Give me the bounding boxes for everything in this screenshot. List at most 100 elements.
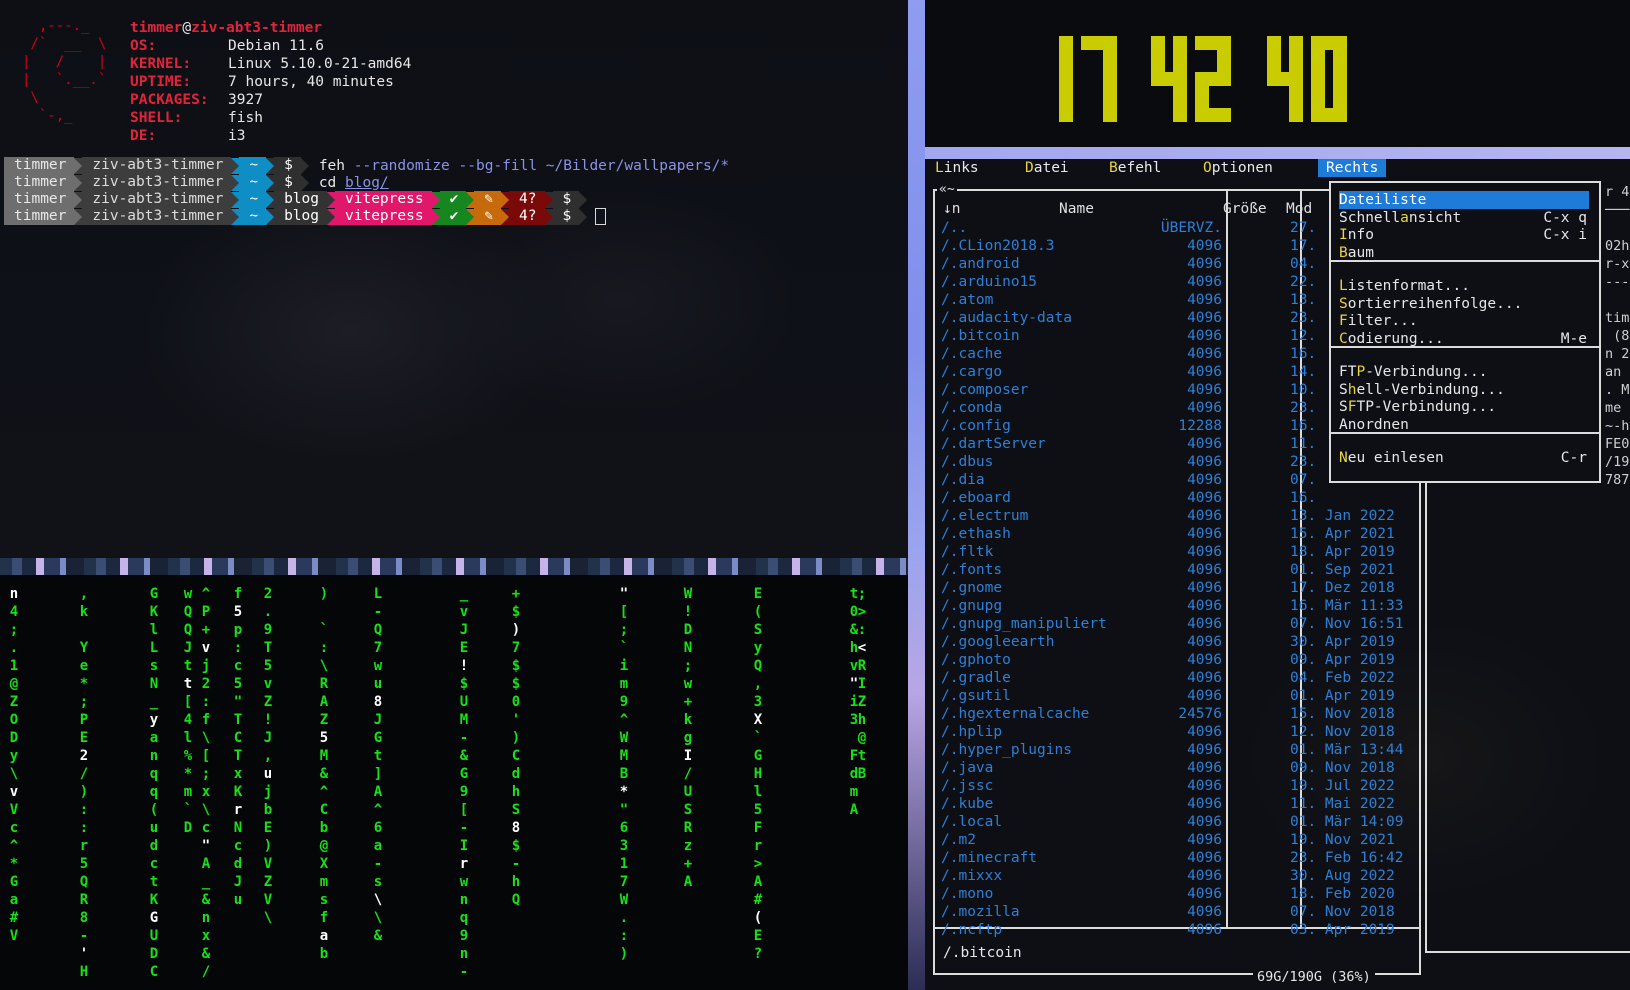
file-date: 27. xyxy=(1290,220,1317,236)
file-row[interactable]: /.jssc 4096 19. Jul 2022 xyxy=(935,777,1415,795)
file-row[interactable]: /.ncftp 4096 03. Apr 2019 xyxy=(935,921,1415,939)
dropdown-item[interactable]: Schnellansicht C-x q xyxy=(1339,209,1589,227)
file-size: 4096 xyxy=(1187,346,1222,362)
matrix-column: "[; ` i m 9 ^ W M B * " 6 3 1 7 W.:) xyxy=(619,586,629,962)
file-name: /.cargo xyxy=(941,364,1003,380)
info-row: KERNEL: Linux 5.10.0-21-amd64 xyxy=(130,55,411,73)
debian-logo: ,---._ /` __ \ | / | | `.__.` \ `-,_ xyxy=(22,18,107,124)
file-size: 4096 xyxy=(1187,598,1222,614)
prompt-line-4[interactable]: timmer ziv-abt3-timmer ~ blog vitepress … xyxy=(4,208,607,225)
file-row[interactable]: /.gnupg_manipuliert 4096 07. Nov 16:51 xyxy=(935,615,1415,633)
matrix-column: W! D N; w + k g I / U S Rz + A xyxy=(683,586,693,890)
info-key: SHELL: xyxy=(130,110,183,126)
file-row[interactable]: /.java 4096 09. Nov 2018 xyxy=(935,759,1415,777)
file-row[interactable]: /.hgexternalcache 24576 15. Nov 2018 xyxy=(935,705,1415,723)
column-header-mod[interactable]: Mod xyxy=(1286,201,1312,217)
file-date: 15. Nov 2018 xyxy=(1290,706,1395,722)
dropdown-item[interactable]: FTP-Verbindung... xyxy=(1339,363,1589,381)
matrix-column: _ v J E! $ U M - & G 9[- Ir w n q 9 n - xyxy=(459,586,469,980)
matrix-column: ) `: \ R A Z 5 M & ^ Cb @ Xm s f a b xyxy=(319,586,329,962)
menu-befehl[interactable]: Befehl xyxy=(1101,159,1169,177)
file-date: 13. xyxy=(1290,292,1317,308)
right-peek-line: r 4 xyxy=(1605,184,1630,200)
dropdown-item[interactable]: Shell-Verbindung... xyxy=(1339,381,1589,399)
file-row[interactable]: /.eboard 4096 16. xyxy=(935,489,1415,507)
menu-datei[interactable]: Datei xyxy=(1017,159,1077,177)
column-header-size[interactable]: Größe xyxy=(1223,201,1267,217)
file-name: /.cache xyxy=(941,346,1003,362)
file-name: /.kube xyxy=(941,796,994,812)
file-row[interactable]: /.googleearth 4096 30. Apr 2019 xyxy=(935,633,1415,651)
file-date: 16. xyxy=(1290,346,1317,362)
dropdown-item[interactable]: SFTP-Verbindung... xyxy=(1339,398,1589,416)
menu-links[interactable]: Links xyxy=(927,159,987,177)
file-date: 16. Mär 11:33 xyxy=(1290,598,1404,614)
dropdown-item[interactable]: Neu einlesen C-r xyxy=(1339,449,1589,467)
file-row[interactable]: /.gphoto 4096 09. Apr 2019 xyxy=(935,651,1415,669)
file-row[interactable]: /.electrum 4096 13. Jan 2022 xyxy=(935,507,1415,525)
dropdown-item[interactable]: Dateiliste xyxy=(1339,191,1589,209)
file-size: 4096 xyxy=(1187,724,1222,740)
file-row[interactable]: /.minecraft 4096 23. Feb 16:42 xyxy=(935,849,1415,867)
menu-rechts[interactable]: Rechts xyxy=(1318,159,1387,177)
sort-indicator[interactable]: ↓n xyxy=(943,201,960,217)
wallpaper-gap-horizontal xyxy=(925,147,1630,159)
midnight-commander[interactable]: Links Datei Befehl Optionen Rechts «~ ↓n Nam… xyxy=(925,159,1630,990)
file-date: 09. Apr 2019 xyxy=(1290,652,1395,668)
terminal-neofetch[interactable]: ,---._ /` __ \ | / | | `.__.` \ `-,_ tim… xyxy=(0,0,910,560)
file-row[interactable]: /.gnupg 4096 16. Mär 11:33 xyxy=(935,597,1415,615)
file-date: 07. Nov 16:51 xyxy=(1290,616,1404,632)
right-peek-line: 787 xyxy=(1605,472,1630,488)
info-key: DE: xyxy=(130,128,157,144)
matrix-column: + $) 7 $ $0 ') Cd h S 8 $ - h Q xyxy=(511,586,521,908)
file-size: 4096 xyxy=(1187,310,1222,326)
file-row[interactable]: /.fonts 4096 01. Sep 2021 xyxy=(935,561,1415,579)
prompt-line-1: timmer ziv-abt3-timmer ~ $ feh --randomi… xyxy=(4,157,729,174)
file-row[interactable]: /.mixxx 4096 30. Aug 2022 xyxy=(935,867,1415,885)
matrix-column: ,k Ye *; P E 2/):: r 5 Q R 8- ' H xyxy=(79,586,89,980)
file-date: 01. Sep 2021 xyxy=(1290,562,1395,578)
file-date: 17. xyxy=(1290,238,1317,254)
dropdown-item[interactable]: Filter... xyxy=(1339,312,1589,330)
file-row[interactable]: /.kube 4096 11. Mai 2022 xyxy=(935,795,1415,813)
file-row[interactable]: /.mono 4096 18. Feb 2020 xyxy=(935,885,1415,903)
dropdown-separator xyxy=(1331,432,1599,434)
file-name: /.ethash xyxy=(941,526,1011,542)
file-date: 30. Aug 2022 xyxy=(1290,868,1395,884)
file-name: /.mixxx xyxy=(941,868,1003,884)
file-name: /.gsutil xyxy=(941,688,1011,704)
file-size: 4096 xyxy=(1187,796,1222,812)
file-date: 01. Mär 13:44 xyxy=(1290,742,1404,758)
file-name: /.fltk xyxy=(941,544,994,560)
column-header-name[interactable]: Name xyxy=(1059,201,1094,217)
shortcut-key: C-x i xyxy=(1543,227,1587,243)
file-row[interactable]: /.local 4096 01. Mär 14:09 xyxy=(935,813,1415,831)
file-row[interactable]: /.hyper_plugins 4096 01. Mär 13:44 xyxy=(935,741,1415,759)
menu-optionen[interactable]: Optionen xyxy=(1195,159,1281,177)
file-row[interactable]: /.gnome 4096 17. Dez 2018 xyxy=(935,579,1415,597)
file-size: 4096 xyxy=(1187,904,1222,920)
file-row[interactable]: /.gradle 4096 04. Feb 2022 xyxy=(935,669,1415,687)
file-name: /.android xyxy=(941,256,1020,272)
file-size: 4096 xyxy=(1187,328,1222,344)
dropdown-item[interactable]: Baum xyxy=(1339,244,1589,262)
dropdown-item[interactable]: Listenformat... xyxy=(1339,277,1589,295)
file-date: 30. Apr 2019 xyxy=(1290,634,1395,650)
file-row[interactable]: /.gsutil 4096 01. Apr 2019 xyxy=(935,687,1415,705)
dropdown-item[interactable]: Sortierreihenfolge... xyxy=(1339,295,1589,313)
file-size: 4096 xyxy=(1187,778,1222,794)
file-row[interactable]: /.m2 4096 19. Nov 2021 xyxy=(935,831,1415,849)
right-peek-line: 02h xyxy=(1605,238,1630,254)
terminal-cmatrix[interactable]: n 4;. 1 @ Z O Dy \ v Vc ^ * Ga # V , k Ye *; P E 2/):: r 5 Q R 8-… xyxy=(0,575,910,990)
file-size: 4096 xyxy=(1187,652,1222,668)
menu-rechts-dropdown[interactable]: Dateiliste Schnellansicht C-x q Info C-x i Ba… xyxy=(1329,181,1601,483)
dropdown-item[interactable]: Codierung... M-e xyxy=(1339,330,1589,348)
file-row[interactable]: /.mozilla 4096 07. Nov 2018 xyxy=(935,903,1415,921)
dropdown-item[interactable]: Info C-x i xyxy=(1339,226,1589,244)
file-row[interactable]: /.ethash 4096 15. Apr 2021 xyxy=(935,525,1415,543)
file-row[interactable]: /.hplip 4096 12. Nov 2018 xyxy=(935,723,1415,741)
dropdown-item[interactable]: Anordnen xyxy=(1339,416,1589,434)
file-row[interactable]: /.fltk 4096 18. Apr 2019 xyxy=(935,543,1415,561)
info-value: Linux 5.10.0-21-amd64 xyxy=(228,56,412,72)
file-name: /.hgexternalcache xyxy=(941,706,1090,722)
